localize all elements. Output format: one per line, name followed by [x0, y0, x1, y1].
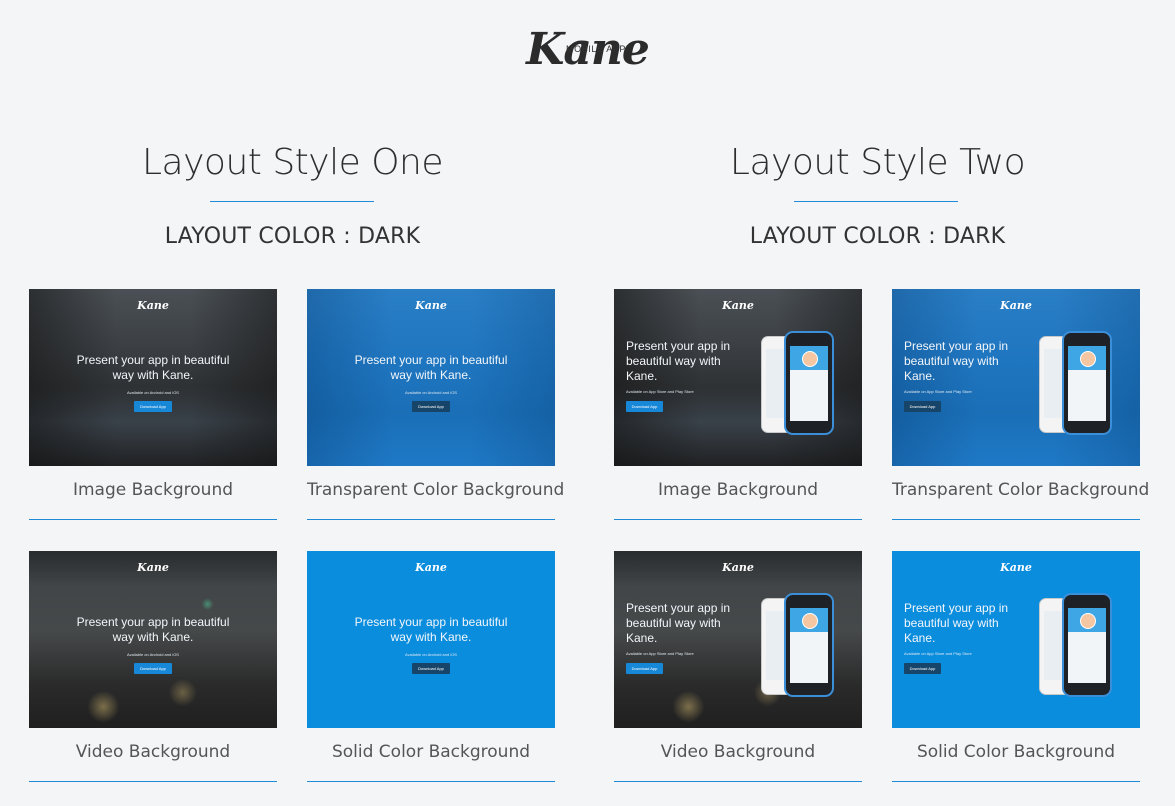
- preview-card-image-background[interactable]: Kane Present your app in beautiful way w…: [614, 289, 862, 520]
- download-app-button: Download App: [626, 401, 663, 412]
- thumb-headline: Present your app in beautiful way with K…: [307, 615, 555, 645]
- phone-mockup-dark: [1062, 331, 1112, 435]
- layout-title: Layout Style Two: [729, 142, 1026, 183]
- headline-line: Present your app in beautiful: [354, 353, 508, 367]
- layout-color-label: LAYOUT COLOR : DARK: [164, 224, 421, 249]
- preview-card-image-background[interactable]: Kane Present your app in beautiful way w…: [29, 289, 277, 520]
- thumb-note: Available on Android and iOS: [127, 390, 179, 395]
- preview-card-transparent-color-background[interactable]: Kane Present your app in beautiful way w…: [892, 289, 1149, 520]
- thumb-headline: Present your app in beautiful way with K…: [307, 353, 555, 383]
- card-divider: [307, 781, 555, 782]
- headline-line: way with Kane.: [390, 368, 472, 382]
- thumb-headline: Present your app in beautiful way with K…: [29, 615, 277, 645]
- card-label[interactable]: Transparent Color Background: [892, 480, 1149, 500]
- preview-thumbnail[interactable]: Kane Present your app in beautiful way w…: [892, 551, 1140, 728]
- thumb-logo: Kane: [415, 561, 447, 574]
- thumb-logo: Kane: [722, 299, 754, 312]
- card-divider: [29, 519, 277, 520]
- thumb-logo: Kane: [1000, 561, 1032, 574]
- card-label[interactable]: Transparent Color Background: [307, 480, 564, 500]
- thumb-headline: Present your app in beautiful way with K…: [29, 353, 277, 383]
- thumb-logo: Kane: [722, 561, 754, 574]
- card-divider: [614, 781, 862, 782]
- preview-thumbnail[interactable]: Kane Present your app in beautiful way w…: [614, 289, 862, 466]
- phone-screen: [1068, 608, 1106, 683]
- phone-screen: [790, 346, 828, 421]
- phone-mockup-dark: [784, 593, 834, 697]
- download-app-button: Download App: [412, 663, 450, 674]
- headline-line: Present your app in beautiful: [76, 353, 230, 367]
- layout-title: Layout Style One: [142, 142, 444, 183]
- preview-thumbnail[interactable]: Kane Present your app in beautiful way w…: [892, 289, 1140, 466]
- download-app-button: Download App: [134, 401, 172, 412]
- card-label[interactable]: Image Background: [29, 480, 277, 500]
- headline-line: way with Kane.: [112, 630, 194, 644]
- card-label[interactable]: Image Background: [614, 480, 862, 500]
- thumb-note: Available on Android and iOS: [405, 652, 457, 657]
- layout-color-label: LAYOUT COLOR : DARK: [749, 224, 1006, 249]
- thumb-headline: Present your app in beautiful way with K…: [904, 601, 1024, 646]
- phone-screen: [790, 608, 828, 683]
- headline-line: Present your app in: [626, 339, 731, 353]
- headline-line: Present your app in: [904, 601, 1009, 615]
- phone-screen: [1068, 346, 1106, 421]
- preview-thumbnail[interactable]: Kane Present your app in beautiful way w…: [29, 289, 277, 466]
- download-app-button: Download App: [412, 401, 450, 412]
- download-app-button: Download App: [134, 663, 172, 674]
- preview-thumbnail[interactable]: Kane Present your app in beautiful way w…: [29, 551, 277, 728]
- thumb-headline: Present your app in beautiful way with K…: [626, 339, 746, 384]
- headline-line: Present your app in: [904, 339, 1009, 353]
- thumb-logo: Kane: [415, 299, 447, 312]
- card-divider: [614, 519, 862, 520]
- card-label[interactable]: Solid Color Background: [892, 742, 1140, 762]
- thumb-logo: Kane: [1000, 299, 1032, 312]
- title-divider: [210, 201, 374, 202]
- card-label[interactable]: Video Background: [614, 742, 862, 762]
- card-label[interactable]: Video Background: [29, 742, 277, 762]
- preview-card-video-background[interactable]: Kane Present your app in beautiful way w…: [614, 551, 862, 782]
- preview-card-solid-color-background[interactable]: Kane Present your app in beautiful way w…: [892, 551, 1140, 782]
- headline-line: beautiful way with: [626, 354, 721, 368]
- headline-line: way with Kane.: [390, 630, 472, 644]
- headline-line: beautiful way with: [904, 616, 999, 630]
- phone-mockup-dark: [784, 331, 834, 435]
- card-label[interactable]: Solid Color Background: [307, 742, 555, 762]
- thumb-headline: Present your app in beautiful way with K…: [904, 339, 1024, 384]
- headline-line: beautiful way with: [904, 354, 999, 368]
- download-app-button: Download App: [904, 401, 941, 412]
- thumb-note: Available on App Store and Play Store: [626, 651, 694, 656]
- thumb-note: Available on App Store and Play Store: [904, 389, 972, 394]
- headline-line: Kane.: [626, 369, 658, 383]
- headline-line: Present your app in beautiful: [76, 615, 230, 629]
- preview-thumbnail[interactable]: Kane Present your app in beautiful way w…: [614, 551, 862, 728]
- preview-thumbnail[interactable]: Kane Present your app in beautiful way w…: [307, 289, 555, 466]
- thumb-note: Available on Android and iOS: [127, 652, 179, 657]
- brand-tagline: MOBILE APP: [566, 44, 627, 54]
- headline-line: Present your app in: [626, 601, 731, 615]
- preview-card-solid-color-background[interactable]: Kane Present your app in beautiful way w…: [307, 551, 555, 782]
- headline-line: Kane.: [626, 631, 658, 645]
- thumb-note: Available on Android and iOS: [405, 390, 457, 395]
- headline-line: Kane.: [904, 369, 936, 383]
- card-divider: [307, 519, 555, 520]
- download-app-button: Download App: [626, 663, 663, 674]
- card-divider: [892, 781, 1140, 782]
- headline-line: beautiful way with: [626, 616, 721, 630]
- thumb-note: Available on App Store and Play Store: [626, 389, 694, 394]
- thumb-logo: Kane: [137, 561, 169, 574]
- card-divider: [29, 781, 277, 782]
- preview-thumbnail[interactable]: Kane Present your app in beautiful way w…: [307, 551, 555, 728]
- thumb-note: Available on App Store and Play Store: [904, 651, 972, 656]
- title-divider: [794, 201, 958, 202]
- phone-mockup-dark: [1062, 593, 1112, 697]
- preview-card-transparent-color-background[interactable]: Kane Present your app in beautiful way w…: [307, 289, 564, 520]
- thumb-logo: Kane: [137, 299, 169, 312]
- card-divider: [892, 519, 1140, 520]
- download-app-button: Download App: [904, 663, 941, 674]
- headline-line: way with Kane.: [112, 368, 194, 382]
- preview-card-video-background[interactable]: Kane Present your app in beautiful way w…: [29, 551, 277, 782]
- thumb-headline: Present your app in beautiful way with K…: [626, 601, 746, 646]
- headline-line: Present your app in beautiful: [354, 615, 508, 629]
- headline-line: Kane.: [904, 631, 936, 645]
